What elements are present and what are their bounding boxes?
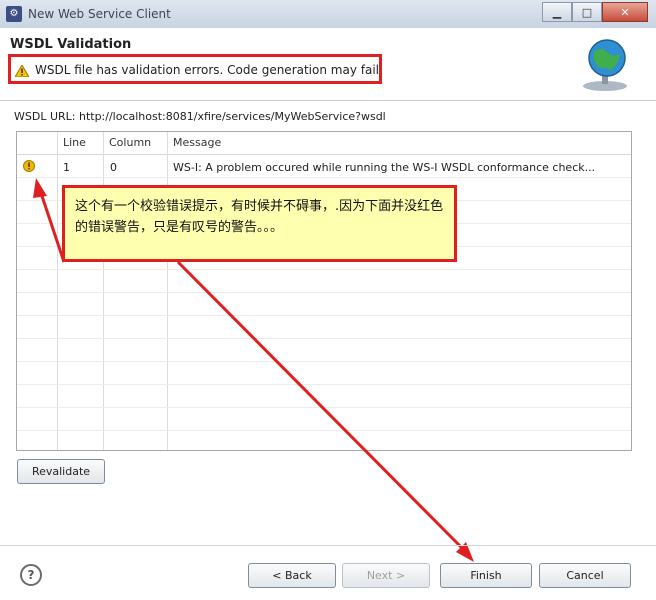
next-button[interactable]: Next > bbox=[342, 563, 430, 588]
column-header-message[interactable]: Message bbox=[173, 136, 221, 149]
window-title: New Web Service Client bbox=[28, 7, 171, 21]
cancel-button[interactable]: Cancel bbox=[539, 563, 631, 588]
warning-highlight: WSDL file has validation errors. Code ge… bbox=[8, 54, 382, 84]
wsdl-url-label: WSDL URL: http://localhost:8081/xfire/se… bbox=[14, 110, 386, 123]
button-bar-separator bbox=[0, 545, 656, 546]
column-header-line[interactable]: Line bbox=[63, 136, 86, 149]
page-title: WSDL Validation bbox=[10, 37, 132, 52]
help-icon[interactable]: ? bbox=[20, 564, 42, 586]
column-header-column[interactable]: Column bbox=[109, 136, 151, 149]
minimize-icon[interactable]: ▁ bbox=[542, 2, 572, 22]
app-icon: ⚙ bbox=[6, 6, 22, 22]
wizard-header: WSDL Validation WSDL file has validation… bbox=[0, 28, 656, 101]
callout-text: 这个有一个校验错误提示，有时候并不碍事，.因为下面并没红色的错误警告，只是有叹号… bbox=[75, 199, 444, 235]
validation-table[interactable]: Line Column Message 1 0 WS-I: A problem … bbox=[16, 131, 632, 451]
cell-line: 1 bbox=[63, 161, 70, 174]
annotation-callout: 这个有一个校验错误提示，有时候并不碍事，.因为下面并没红色的错误警告，只是有叹号… bbox=[62, 185, 457, 262]
warning-triangle-icon bbox=[15, 65, 29, 77]
revalidate-button[interactable]: Revalidate bbox=[17, 459, 105, 484]
warning-message: WSDL file has validation errors. Code ge… bbox=[35, 63, 379, 77]
back-button[interactable]: < Back bbox=[248, 563, 336, 588]
table-header: Line Column Message bbox=[17, 132, 631, 155]
finish-button[interactable]: Finish bbox=[440, 563, 532, 588]
warning-lock-icon bbox=[23, 160, 35, 172]
window-controls: ▁ □ ✕ bbox=[542, 2, 648, 22]
globe-icon bbox=[583, 39, 627, 91]
maximize-icon[interactable]: □ bbox=[572, 2, 602, 22]
close-icon[interactable]: ✕ bbox=[602, 2, 648, 22]
cell-message: WS-I: A problem occured while running th… bbox=[173, 161, 596, 174]
cell-column: 0 bbox=[110, 161, 117, 174]
title-bar: ⚙ New Web Service Client ▁ □ ✕ bbox=[0, 0, 656, 29]
